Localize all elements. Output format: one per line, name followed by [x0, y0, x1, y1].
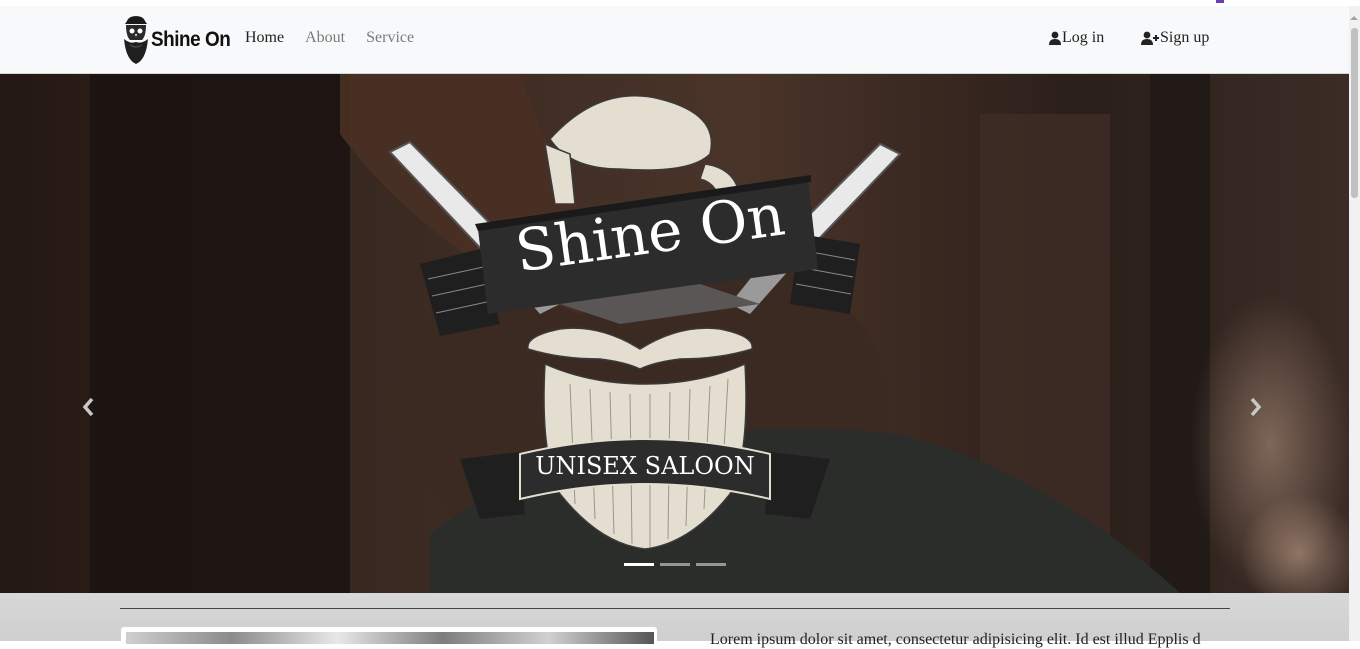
- user-icon: [1049, 31, 1061, 45]
- nav-service-link[interactable]: Service: [366, 29, 414, 47]
- nav-about-link[interactable]: About: [305, 29, 345, 47]
- nav-links: Home About Service: [245, 29, 435, 47]
- brand-link[interactable]: Shine On: [121, 14, 239, 66]
- logo-subtitle: UNISEX SALOON: [535, 452, 755, 480]
- signup-link[interactable]: Sign up: [1141, 29, 1209, 47]
- about-text: Lorem ipsum dolor sit amet, consectetur …: [710, 631, 1201, 648]
- page-scrollbar[interactable]: [1349, 6, 1360, 641]
- about-image: [126, 632, 654, 644]
- carousel-indicators: [624, 563, 732, 566]
- section-divider: [120, 608, 1230, 609]
- scrollbar-thumb[interactable]: [1351, 28, 1358, 198]
- nav-home-link[interactable]: Home: [245, 29, 284, 47]
- carousel-indicator-2[interactable]: [660, 563, 690, 566]
- carousel-indicator-1[interactable]: [624, 563, 654, 566]
- scroll-up-arrow-icon[interactable]: [1350, 16, 1358, 20]
- login-label: Log in: [1062, 29, 1105, 46]
- chevron-left-icon: [82, 397, 94, 417]
- chevron-right-icon: [1250, 397, 1262, 417]
- carousel-next-button[interactable]: [1244, 392, 1268, 422]
- brand-name: Shine On: [151, 28, 231, 51]
- signup-label: Sign up: [1160, 29, 1210, 46]
- carousel-prev-button[interactable]: [76, 392, 100, 422]
- bearded-skull-icon: [124, 16, 148, 64]
- extension-mark: [1216, 0, 1224, 3]
- hero-carousel: Shine On UNISEX SALOON: [0, 74, 1349, 593]
- login-link[interactable]: Log in: [1049, 29, 1104, 47]
- barber-scene-image: [0, 74, 1349, 593]
- top-navbar: Shine On Home About Service Log in Sign …: [0, 6, 1349, 74]
- carousel-indicator-3[interactable]: [696, 563, 726, 566]
- user-plus-icon: [1141, 31, 1159, 45]
